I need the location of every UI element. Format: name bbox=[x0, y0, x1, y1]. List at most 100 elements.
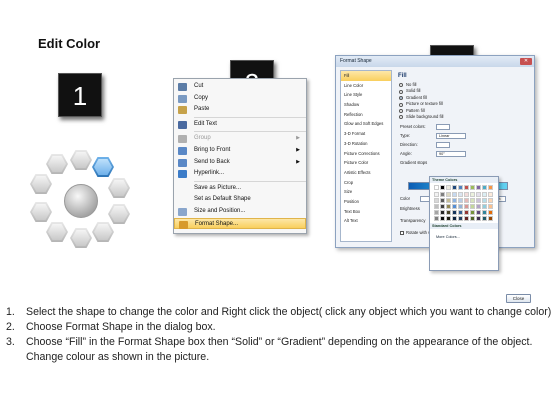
field-dropdown[interactable]: 90° bbox=[436, 150, 466, 157]
theme-shade-swatch[interactable] bbox=[464, 216, 469, 221]
sidebar-item-fill[interactable]: Fill bbox=[341, 71, 391, 81]
theme-shade-swatch[interactable] bbox=[452, 210, 457, 215]
theme-shade-swatch[interactable] bbox=[452, 192, 457, 197]
sidebar-item-picture-color[interactable]: Picture Color bbox=[341, 158, 391, 168]
sidebar-item-reflection[interactable]: Reflection bbox=[341, 110, 391, 120]
sidebar-item-size[interactable]: Size bbox=[341, 187, 391, 197]
diagram-hub[interactable] bbox=[64, 184, 98, 218]
theme-shade-swatch[interactable] bbox=[482, 210, 487, 215]
theme-shade-swatch[interactable] bbox=[446, 198, 451, 203]
diagram-hexagon[interactable] bbox=[70, 228, 92, 248]
theme-shade-swatch[interactable] bbox=[470, 210, 475, 215]
theme-shade-swatch[interactable] bbox=[476, 204, 481, 209]
menu-item-edit-text[interactable]: Edit Text bbox=[174, 119, 306, 131]
theme-shade-swatch[interactable] bbox=[470, 192, 475, 197]
theme-shade-swatch[interactable] bbox=[470, 204, 475, 209]
close-icon[interactable]: ✕ bbox=[520, 58, 532, 65]
theme-shade-swatch[interactable] bbox=[458, 204, 463, 209]
diagram-hexagon[interactable] bbox=[30, 202, 52, 222]
theme-shade-swatch[interactable] bbox=[440, 198, 445, 203]
field-dropdown[interactable] bbox=[436, 141, 450, 148]
theme-color-swatch[interactable] bbox=[452, 185, 457, 190]
theme-shade-swatch[interactable] bbox=[440, 216, 445, 221]
diagram-hexagon[interactable] bbox=[108, 178, 130, 198]
sidebar-item-shadow[interactable]: Shadow bbox=[341, 100, 391, 110]
theme-color-swatch[interactable] bbox=[464, 185, 469, 190]
theme-shade-swatch[interactable] bbox=[482, 192, 487, 197]
menu-item-group[interactable]: Group ▶ bbox=[174, 133, 306, 145]
theme-shade-swatch[interactable] bbox=[440, 192, 445, 197]
sidebar-item-3-d-rotation[interactable]: 3-D Rotation bbox=[341, 139, 391, 149]
menu-item-bring-to-front[interactable]: Bring to Front ▶ bbox=[174, 145, 306, 157]
menu-item-paste[interactable]: Paste bbox=[174, 104, 306, 116]
theme-shade-swatch[interactable] bbox=[470, 216, 475, 221]
theme-shade-swatch[interactable] bbox=[446, 192, 451, 197]
theme-shade-swatch[interactable] bbox=[476, 198, 481, 203]
sidebar-item-artistic-effects[interactable]: Artistic Effects bbox=[341, 168, 391, 178]
theme-shade-swatch[interactable] bbox=[434, 210, 439, 215]
menu-item-copy[interactable]: Copy bbox=[174, 93, 306, 105]
theme-color-swatch[interactable] bbox=[476, 185, 481, 190]
theme-shade-swatch[interactable] bbox=[488, 204, 493, 209]
theme-shade-swatch[interactable] bbox=[440, 210, 445, 215]
diagram-hexagon[interactable] bbox=[46, 154, 68, 174]
theme-shade-swatch[interactable] bbox=[458, 198, 463, 203]
theme-color-swatch[interactable] bbox=[470, 185, 475, 190]
theme-shade-swatch[interactable] bbox=[458, 192, 463, 197]
diagram-hexagon[interactable] bbox=[46, 222, 68, 242]
theme-color-swatch[interactable] bbox=[446, 185, 451, 190]
theme-shade-swatch[interactable] bbox=[482, 204, 487, 209]
theme-shade-swatch[interactable] bbox=[464, 198, 469, 203]
theme-shade-swatch[interactable] bbox=[482, 198, 487, 203]
sidebar-item-3-d-format[interactable]: 3-D Format bbox=[341, 129, 391, 139]
theme-color-swatch[interactable] bbox=[458, 185, 463, 190]
sidebar-item-text-box[interactable]: Text Box bbox=[341, 207, 391, 217]
field-dropdown[interactable] bbox=[436, 123, 450, 130]
theme-shade-swatch[interactable] bbox=[464, 204, 469, 209]
theme-shade-swatch[interactable] bbox=[452, 198, 457, 203]
sidebar-item-glow-and-soft-edges[interactable]: Glow and Soft Edges bbox=[341, 119, 391, 129]
more-colors-item[interactable]: More Colors... bbox=[430, 233, 498, 241]
diagram-hexagon[interactable] bbox=[92, 222, 114, 242]
diagram-hexagon[interactable] bbox=[108, 204, 130, 224]
theme-color-swatch[interactable] bbox=[440, 185, 445, 190]
diagram-hexagon[interactable] bbox=[30, 174, 52, 194]
theme-shade-swatch[interactable] bbox=[488, 192, 493, 197]
theme-shade-swatch[interactable] bbox=[488, 210, 493, 215]
theme-shade-swatch[interactable] bbox=[434, 192, 439, 197]
theme-shade-swatch[interactable] bbox=[470, 198, 475, 203]
close-button[interactable]: Close bbox=[506, 294, 531, 303]
theme-shade-swatch[interactable] bbox=[464, 192, 469, 197]
fill-option-slide-background-fill[interactable]: Slide background fill bbox=[396, 114, 532, 120]
theme-shade-swatch[interactable] bbox=[476, 210, 481, 215]
theme-color-swatch[interactable] bbox=[434, 185, 439, 190]
theme-shade-swatch[interactable] bbox=[488, 216, 493, 221]
diagram-hexagon[interactable] bbox=[70, 150, 92, 170]
theme-shade-swatch[interactable] bbox=[434, 198, 439, 203]
theme-shade-swatch[interactable] bbox=[446, 216, 451, 221]
sidebar-item-position[interactable]: Position bbox=[341, 197, 391, 207]
sidebar-item-picture-corrections[interactable]: Picture Corrections bbox=[341, 149, 391, 159]
sidebar-item-line-color[interactable]: Line Color bbox=[341, 81, 391, 91]
theme-shade-swatch[interactable] bbox=[434, 216, 439, 221]
theme-shade-swatch[interactable] bbox=[440, 204, 445, 209]
theme-shade-swatch[interactable] bbox=[446, 210, 451, 215]
theme-shade-swatch[interactable] bbox=[464, 210, 469, 215]
menu-item-set-as-default-shape[interactable]: Set as Default Shape bbox=[174, 194, 306, 206]
theme-shade-swatch[interactable] bbox=[446, 204, 451, 209]
menu-item-save-as-picture[interactable]: Save as Picture... bbox=[174, 183, 306, 195]
sidebar-item-crop[interactable]: Crop bbox=[341, 178, 391, 188]
theme-shade-swatch[interactable] bbox=[458, 216, 463, 221]
theme-shade-swatch[interactable] bbox=[482, 216, 487, 221]
theme-shade-swatch[interactable] bbox=[452, 216, 457, 221]
theme-color-swatch[interactable] bbox=[488, 185, 493, 190]
theme-shade-swatch[interactable] bbox=[458, 210, 463, 215]
menu-item-hyperlink[interactable]: Hyperlink... bbox=[174, 168, 306, 180]
menu-item-format-shape[interactable]: Format Shape... bbox=[174, 217, 306, 230]
menu-item-cut[interactable]: Cut bbox=[174, 81, 306, 93]
field-dropdown[interactable]: Linear bbox=[436, 132, 466, 139]
theme-shade-swatch[interactable] bbox=[452, 204, 457, 209]
theme-shade-swatch[interactable] bbox=[434, 204, 439, 209]
sidebar-item-line-style[interactable]: Line Style bbox=[341, 90, 391, 100]
sidebar-item-alt-text[interactable]: Alt Text bbox=[341, 216, 391, 226]
